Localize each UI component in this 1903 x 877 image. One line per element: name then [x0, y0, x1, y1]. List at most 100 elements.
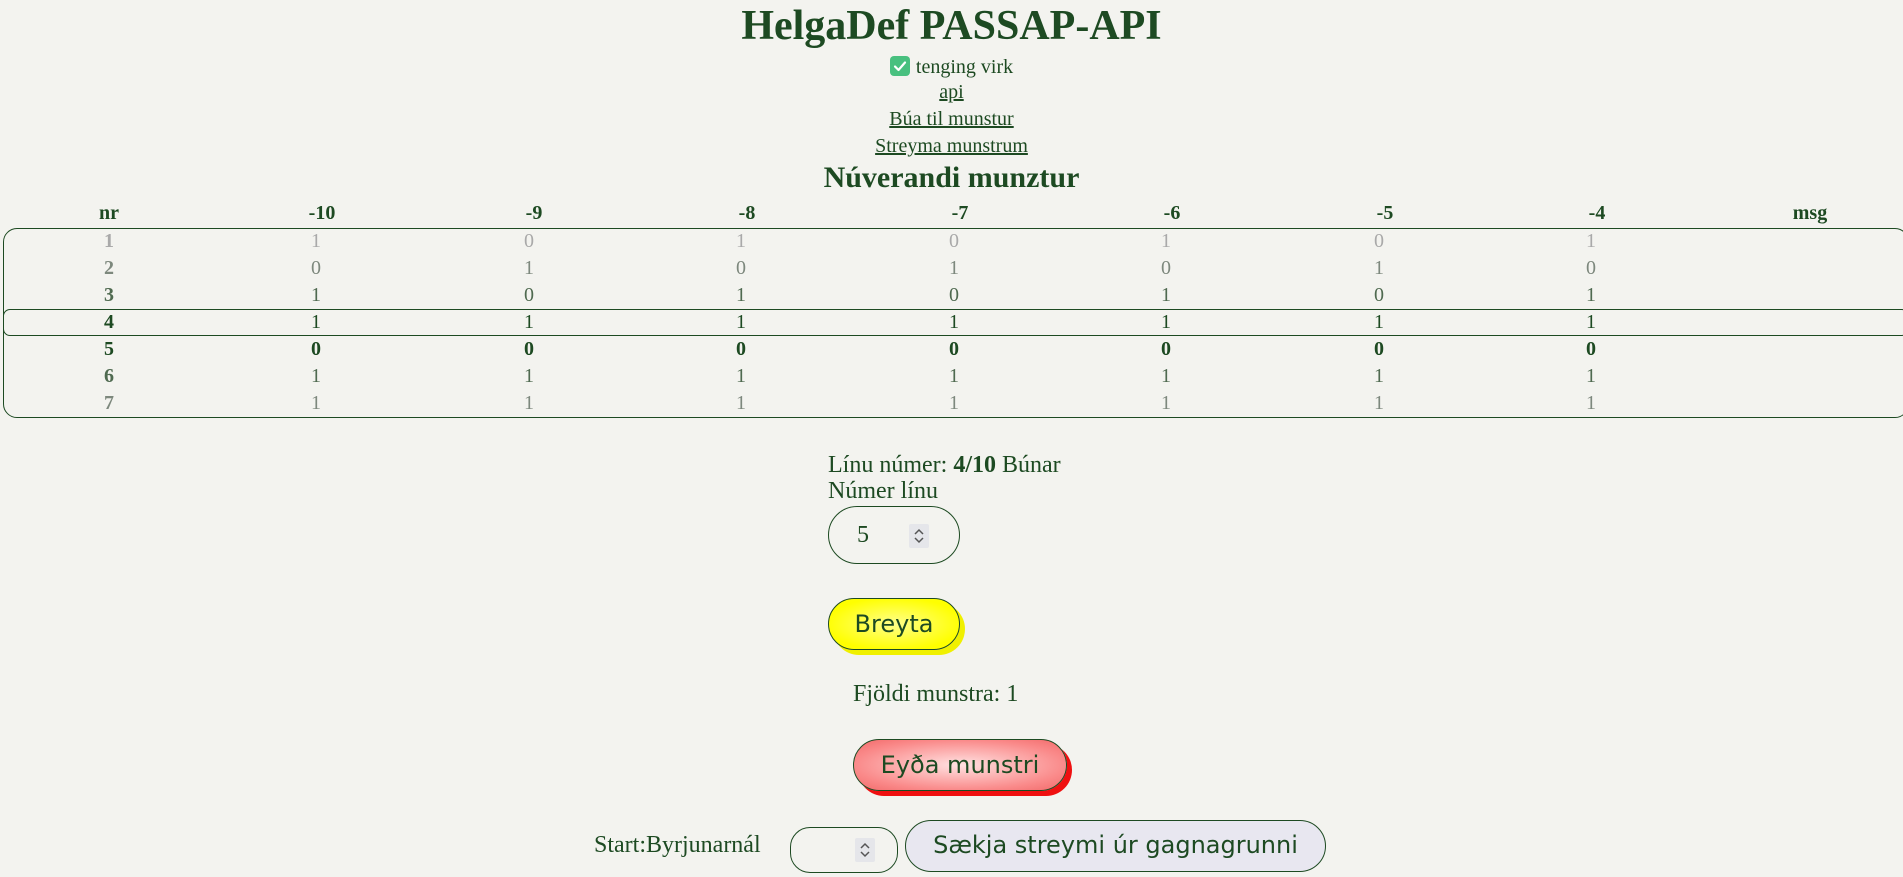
table-cell: 0 — [524, 338, 534, 360]
table-cell: 1 — [1161, 230, 1171, 252]
table-cell: 1 — [524, 365, 534, 387]
table-cell: 1 — [736, 365, 746, 387]
table-cell: 1 — [736, 230, 746, 252]
table-cell: 0 — [949, 230, 959, 252]
current-pattern-heading: Núverandi munztur — [823, 161, 1080, 194]
table-cell: 0 — [311, 257, 321, 279]
table-cell: 1 — [1374, 365, 1384, 387]
stream-patterns-link[interactable]: Streyma munstrum — [0, 133, 1903, 160]
create-pattern-link[interactable]: Búa til munstur — [0, 106, 1903, 133]
table-cell: 1 — [1374, 392, 1384, 414]
header: HelgaDef PASSAP-API tenging virk api Búa… — [0, 0, 1903, 196]
line-number-input-label: Númer línu — [828, 478, 938, 504]
table-cell: 0 — [524, 230, 534, 252]
table-cell: 1 — [1586, 365, 1596, 387]
table-cell: 1 — [524, 311, 534, 333]
table-cell: 1 — [949, 365, 959, 387]
table-cell: 0 — [1374, 338, 1384, 360]
column-header: -5 — [1376, 202, 1394, 224]
table-cell: 0 — [949, 284, 959, 306]
column-header: -4 — [1588, 202, 1606, 224]
table-row[interactable]: 3 1 0 1 0 1 0 1 — [0, 282, 1903, 309]
line-number-value: 4/10 — [953, 452, 996, 478]
table-cell: 1 — [524, 392, 534, 414]
table-cell: 0 — [949, 338, 959, 360]
table-row-active[interactable]: 4 1 1 1 1 1 1 1 — [0, 309, 1903, 336]
table-cell: 1 — [311, 284, 321, 306]
pattern-count-value: 1 — [1006, 681, 1019, 707]
line-status: Búnar — [1001, 452, 1061, 478]
pattern-count: Fjöldi munstra: 1 — [853, 680, 1018, 708]
column-header-nr: nr — [99, 202, 119, 224]
line-controls: Línu númer: 4/10 Búnar Númer línu 5 Brey… — [828, 452, 1061, 650]
row-number: 1 — [104, 230, 114, 252]
table-row[interactable]: 7 1 1 1 1 1 1 1 — [0, 390, 1903, 417]
table-row[interactable]: 1 1 0 1 0 1 0 1 — [0, 228, 1903, 255]
table-cell: 1 — [1374, 311, 1384, 333]
connection-status: tenging virk — [0, 55, 1903, 79]
table-cell: 1 — [949, 311, 959, 333]
table-cell: 1 — [1586, 230, 1596, 252]
spinner-arrows-icon[interactable] — [855, 838, 875, 862]
table-cell: 1 — [524, 257, 534, 279]
table-cell: 1 — [1374, 257, 1384, 279]
table-cell: 1 — [1161, 311, 1171, 333]
table-cell: 0 — [1161, 338, 1171, 360]
line-number-status: Línu númer: 4/10 Búnar — [828, 452, 1061, 478]
table-cell: 1 — [1586, 311, 1596, 333]
table-row[interactable]: 2 0 1 0 1 0 1 0 — [0, 255, 1903, 282]
table-cell: 0 — [736, 257, 746, 279]
table-cell: 1 — [1161, 284, 1171, 306]
table-cell: 1 — [311, 392, 321, 414]
row-number: 7 — [104, 392, 114, 414]
table-cell: 0 — [1586, 338, 1596, 360]
table-cell: 1 — [736, 311, 746, 333]
connection-status-label: tenging virk — [915, 56, 1014, 78]
row-number: 3 — [104, 284, 114, 306]
table-cell: 1 — [311, 365, 321, 387]
start-needle-input[interactable] — [790, 827, 898, 873]
table-row[interactable]: 6 1 1 1 1 1 1 1 — [0, 363, 1903, 390]
api-link[interactable]: api — [0, 79, 1903, 106]
table-cell: 1 — [1161, 392, 1171, 414]
spinner-arrows-icon[interactable] — [909, 524, 929, 548]
table-cell: 0 — [524, 284, 534, 306]
line-number-label: Línu númer: — [828, 452, 948, 478]
row-number: 5 — [104, 338, 114, 360]
column-header-msg: msg — [1792, 202, 1828, 224]
table-cell: 1 — [949, 257, 959, 279]
checkbox-checked-icon[interactable] — [889, 56, 910, 76]
row-number: 6 — [104, 365, 114, 387]
table-cell: 0 — [1161, 257, 1171, 279]
table-cell: 1 — [1161, 365, 1171, 387]
column-header: -8 — [738, 202, 756, 224]
delete-pattern-button[interactable]: Eyða munstri — [853, 739, 1067, 791]
table-cell: 0 — [736, 338, 746, 360]
row-number: 2 — [104, 257, 114, 279]
table-cell: 1 — [1586, 392, 1596, 414]
line-number-input-value: 5 — [857, 522, 869, 548]
table-cell: 0 — [1374, 230, 1384, 252]
table-row[interactable]: 5 0 0 0 0 0 0 0 — [0, 336, 1903, 363]
table-cell: 1 — [736, 392, 746, 414]
table-cell: 0 — [311, 338, 321, 360]
change-button[interactable]: Breyta — [828, 598, 960, 650]
column-header: -10 — [308, 202, 336, 224]
table-cell: 1 — [311, 230, 321, 252]
table-cell: 0 — [1374, 284, 1384, 306]
table-cell: 1 — [1586, 284, 1596, 306]
pattern-table: nr -10 -9 -8 -7 -6 -5 -4 msg 1 1 0 1 0 1… — [0, 200, 1903, 418]
table-cell: 0 — [1586, 257, 1596, 279]
column-header: -6 — [1163, 202, 1181, 224]
table-cell: 1 — [311, 311, 321, 333]
table-cell: 1 — [736, 284, 746, 306]
start-needle-label: Start:Byrjunarnál — [594, 832, 761, 858]
app-title: HelgaDef PASSAP-API — [741, 3, 1162, 49]
table-header: nr -10 -9 -8 -7 -6 -5 -4 msg — [0, 200, 1903, 227]
pattern-count-label: Fjöldi munstra: — [853, 681, 1001, 707]
table-body: 1 1 0 1 0 1 0 1 2 0 1 0 1 0 1 0 3 1 0 1 … — [0, 228, 1903, 417]
column-header: -9 — [525, 202, 543, 224]
fetch-stream-button[interactable]: Sækja streymi úr gagnagrunni — [905, 820, 1326, 872]
column-header: -7 — [951, 202, 969, 224]
line-number-input[interactable]: 5 — [828, 506, 960, 564]
